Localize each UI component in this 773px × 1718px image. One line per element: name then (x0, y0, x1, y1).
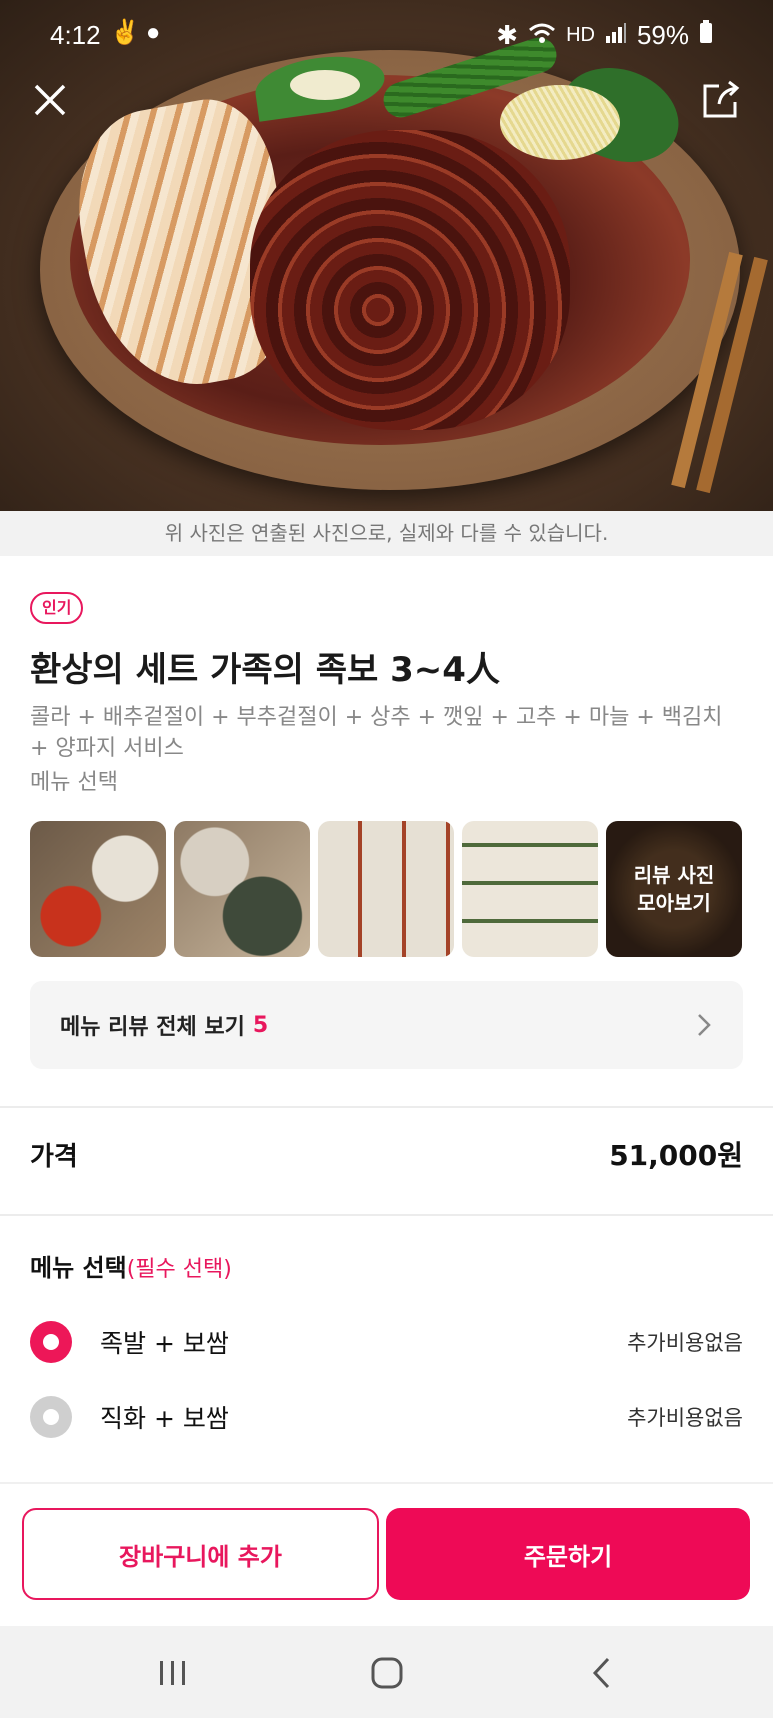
review-photo-strip: 리뷰 사진 모아보기 (30, 821, 742, 957)
review-photo[interactable] (462, 821, 598, 957)
radio-unselected-icon[interactable] (30, 1396, 72, 1438)
close-icon (34, 84, 66, 116)
review-photo[interactable] (30, 821, 166, 957)
chevron-right-icon (693, 1011, 715, 1039)
all-reviews-label: 메뉴 리뷰 전체 보기 (60, 1015, 245, 1040)
share-button[interactable] (699, 78, 743, 122)
recent-apps-icon (160, 1661, 185, 1685)
notification-icons: ✌● (110, 19, 167, 46)
popular-badge: 인기 (30, 592, 84, 624)
home-button[interactable] (362, 1648, 412, 1698)
product-hero-image (0, 0, 773, 511)
option-extra-cost: 추가비용없음 (627, 1331, 743, 1355)
required-label: (필수 선택) (126, 1257, 232, 1282)
product-title: 환상의 세트 가족의 족보 3~4人 (30, 650, 500, 690)
menu-option-title: 메뉴 선택(필수 선택) (30, 1254, 232, 1282)
system-nav-bar (0, 1626, 773, 1718)
price-value: 51,000원 (609, 1139, 743, 1172)
review-photo[interactable] (318, 821, 454, 957)
home-icon (371, 1657, 403, 1689)
photo-disclaimer: 위 사진은 연출된 사진으로, 실제와 다를 수 있습니다. (0, 511, 773, 556)
bottom-action-bar: 장바구니에 추가 주문하기 (0, 1482, 773, 1626)
battery-icon (699, 20, 713, 51)
review-photo[interactable] (174, 821, 310, 957)
recent-apps-button[interactable] (148, 1648, 198, 1698)
battery-percent: 59% (636, 20, 689, 50)
wifi-icon (528, 20, 556, 51)
back-icon (592, 1657, 610, 1689)
review-count: 5 (252, 1012, 269, 1038)
back-button[interactable] (578, 1648, 628, 1698)
product-description: 콜라 + 배추겉절이 + 부추겉절이 + 상추 + 깻잎 + 고추 + 마늘 +… (30, 705, 723, 761)
price-label: 가격 (30, 1141, 78, 1172)
bluetooth-icon: ✱ (496, 20, 519, 50)
price-row: 가격 51,000원 (30, 1124, 743, 1184)
divider (0, 1106, 773, 1108)
view-all-photos-label: 리뷰 사진 (633, 863, 715, 887)
menu-option-1[interactable]: 족발 + 보쌈 추가비용없음 (30, 1317, 743, 1367)
status-bar: 4:12 ✌● ✱ HD 59% (0, 0, 773, 70)
add-to-cart-button[interactable]: 장바구니에 추가 (22, 1508, 379, 1600)
order-button[interactable]: 주문하기 (386, 1508, 750, 1600)
close-button[interactable] (28, 78, 72, 122)
view-all-photos-label-2: 모아보기 (637, 891, 711, 915)
network-type: HD (566, 24, 595, 46)
all-reviews-link[interactable]: 메뉴 리뷰 전체 보기 5 (30, 981, 743, 1069)
signal-icon (605, 20, 627, 51)
divider (0, 1214, 773, 1216)
option-label: 족발 + 보쌈 (100, 1329, 229, 1358)
status-time: 4:12 (50, 20, 101, 50)
product-description-extra: 메뉴 선택 (30, 770, 118, 795)
menu-option-2[interactable]: 직화 + 보쌈 추가비용없음 (30, 1392, 743, 1442)
radio-selected-icon[interactable] (30, 1321, 72, 1363)
view-all-review-photos[interactable]: 리뷰 사진 모아보기 (606, 821, 742, 957)
option-extra-cost: 추가비용없음 (627, 1406, 743, 1430)
option-label: 직화 + 보쌈 (100, 1404, 229, 1433)
share-icon (703, 80, 740, 118)
